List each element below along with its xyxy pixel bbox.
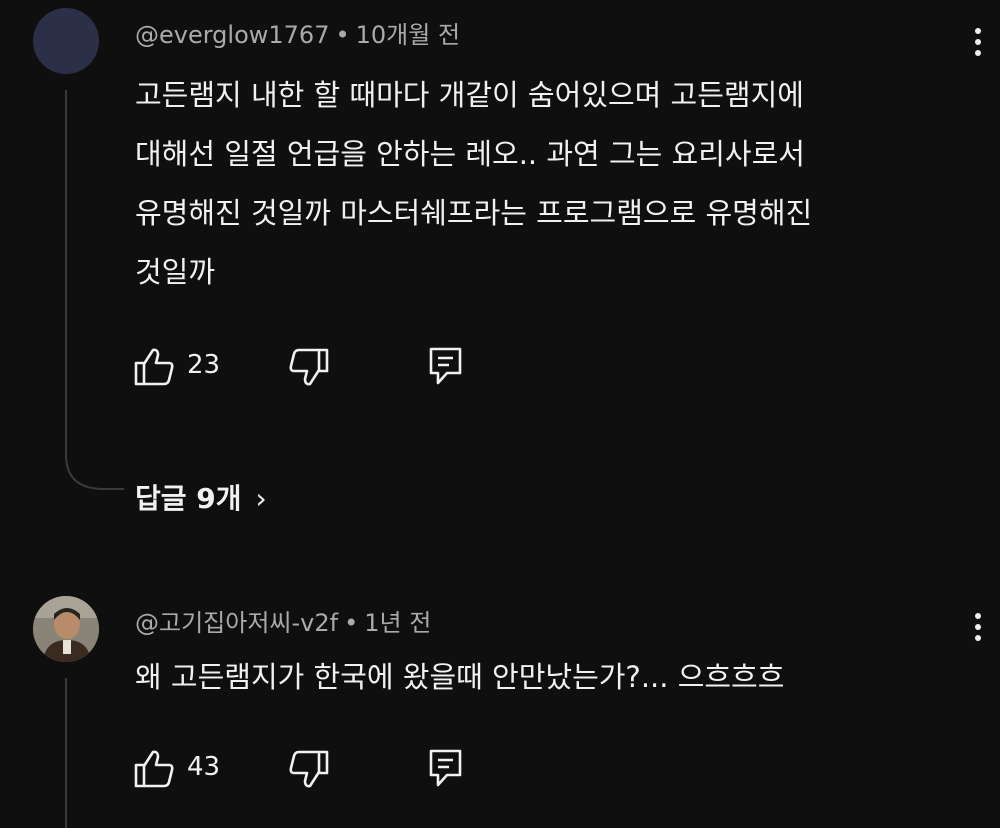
meta-separator: • [344, 609, 359, 637]
reply-button[interactable] [428, 748, 464, 788]
reply-icon [429, 749, 462, 787]
comment-meta: @고기집아저씨-v2f • 1년 전 [135, 603, 431, 638]
thumbs-up-icon [134, 750, 174, 788]
comment-author[interactable]: @고기집아저씨-v2f [135, 609, 338, 637]
comment-line: 것일까 [135, 255, 216, 289]
more-vertical-icon[interactable] [973, 28, 983, 68]
like-button[interactable] [133, 346, 175, 386]
comment-author[interactable]: @everglow1767 [135, 21, 329, 49]
thumbs-down-icon [289, 750, 329, 788]
dislike-button[interactable] [288, 348, 330, 388]
comment-line: 고든램지 내한 할 때마다 개같이 숨어있으며 고든램지에 [135, 78, 804, 112]
like-button[interactable] [133, 748, 175, 788]
reply-button[interactable] [428, 346, 464, 386]
thumbs-up-icon [134, 348, 174, 386]
avatar[interactable] [33, 596, 99, 662]
chevron-right-icon: › [255, 482, 267, 515]
meta-separator: • [335, 21, 350, 49]
comment-time[interactable]: 10개월 전 [356, 21, 460, 49]
reply-icon [429, 347, 462, 385]
replies-label: 답글 9개 [135, 482, 242, 515]
comment-time[interactable]: 1년 전 [364, 609, 431, 637]
comment-text: 왜 고든램지가 한국에 왔을때 안만났는가?... 으흐흐흐 [135, 648, 975, 707]
comment-line: 대해선 일절 언급을 안하는 레오.. 과연 그는 요리사로서 [135, 137, 805, 171]
avatar-photo [33, 596, 99, 662]
avatar[interactable] [33, 8, 99, 74]
view-replies-button[interactable]: 답글 9개 › [135, 477, 267, 517]
dislike-button[interactable] [288, 750, 330, 790]
thread-line [65, 678, 67, 828]
comment-meta: @everglow1767 • 10개월 전 [135, 15, 460, 50]
thread-line [65, 90, 67, 458]
more-vertical-icon[interactable] [973, 613, 983, 653]
like-count: 23 [187, 350, 221, 380]
thread-line-curve [65, 455, 124, 490]
comment-line: 유명해진 것일까 마스터쉐프라는 프로그램으로 유명해진 [135, 196, 813, 230]
comment-line: 왜 고든램지가 한국에 왔을때 안만났는가?... 으흐흐흐 [135, 660, 785, 694]
thumbs-down-icon [289, 348, 329, 386]
comment-text: 고든램지 내한 할 때마다 개같이 숨어있으며 고든램지에 대해선 일절 언급을… [135, 66, 975, 302]
like-count: 43 [187, 752, 221, 782]
